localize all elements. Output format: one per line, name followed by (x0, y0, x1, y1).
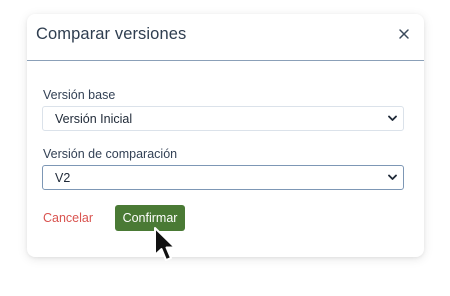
chevron-down-icon (388, 174, 397, 180)
cancel-button[interactable]: Cancelar (43, 211, 93, 225)
compare-version-value: V2 (55, 171, 71, 185)
base-version-label: Versión base (43, 88, 116, 102)
compare-version-select[interactable]: V2 (42, 165, 404, 190)
close-icon (399, 29, 409, 39)
base-version-value: Versión Inicial (55, 112, 133, 126)
dialog-header: Comparar versiones (27, 14, 424, 61)
compare-version-label: Versión de comparación (43, 147, 178, 161)
close-button[interactable] (397, 27, 411, 41)
base-version-select[interactable]: Versión Inicial (42, 106, 404, 131)
mouse-pointer-icon (154, 227, 176, 261)
dialog-title: Comparar versiones (36, 25, 187, 43)
chevron-down-icon (388, 115, 397, 121)
compare-versions-dialog: Comparar versiones Versión base Versión … (27, 14, 424, 257)
